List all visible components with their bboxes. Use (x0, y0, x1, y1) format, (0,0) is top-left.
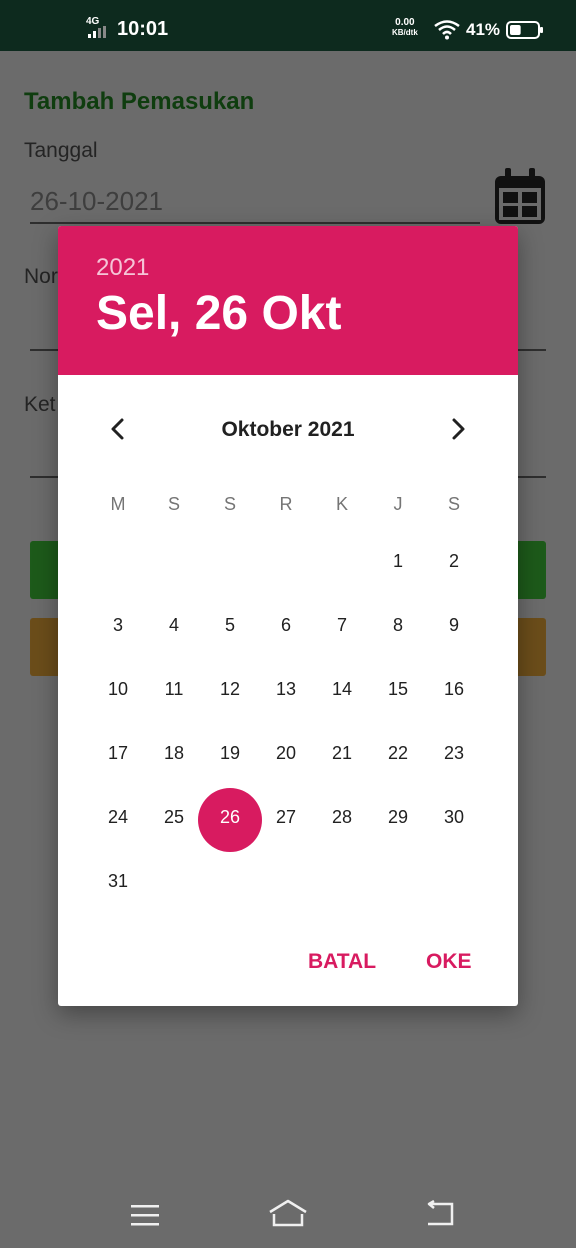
home-icon[interactable] (268, 1198, 308, 1228)
field3-label: Ket (24, 393, 56, 416)
calendar-day[interactable]: 17 (98, 741, 138, 765)
calendar-day[interactable]: 6 (266, 613, 306, 637)
calendar-day[interactable]: 20 (266, 741, 306, 765)
calendar-day[interactable]: 1 (378, 549, 418, 573)
date-picker-header: 2021 Sel, 26 Okt (58, 226, 518, 375)
calendar-day[interactable]: 23 (434, 741, 474, 765)
calendar-day[interactable]: 15 (378, 677, 418, 701)
header-year[interactable]: 2021 (96, 254, 149, 282)
ok-button[interactable]: OKE (426, 950, 472, 974)
speed-unit: KB/dtk (392, 28, 418, 37)
calendar-day[interactable]: 8 (378, 613, 418, 637)
date-label: Tanggal (24, 139, 98, 162)
weekday-label: J (393, 494, 403, 514)
calendar-day[interactable]: 18 (154, 741, 194, 765)
battery-icon (506, 21, 543, 39)
wifi-icon (434, 20, 460, 40)
calendar-day[interactable]: 11 (154, 677, 194, 701)
calendar-day[interactable]: 21 (322, 741, 362, 765)
cancel-button[interactable]: BATAL (308, 950, 376, 974)
calendar-day[interactable]: 19 (210, 741, 250, 765)
calendar-day[interactable]: 30 (434, 805, 474, 829)
speed-value: 0.00 (395, 17, 415, 28)
weekday-label: K (335, 494, 348, 514)
calendar-day[interactable]: 29 (378, 805, 418, 829)
status-bar: 4G 10:01 0.00 KB/dtk 41% (0, 0, 576, 51)
calendar-day[interactable]: 4 (154, 613, 194, 637)
calendar-day[interactable]: 7 (322, 613, 362, 637)
menu-icon[interactable] (130, 1203, 160, 1227)
calendar-day[interactable]: 12 (210, 677, 250, 701)
calendar-day[interactable]: 22 (378, 741, 418, 765)
weekday-label: M (110, 494, 126, 514)
calendar-day[interactable]: 27 (266, 805, 306, 829)
page-title: Tambah Pemasukan (24, 88, 255, 115)
header-selected-date[interactable]: Sel, 26 Okt (96, 286, 341, 341)
clock: 10:01 (117, 18, 169, 40)
weekday-label: R (279, 494, 293, 514)
calendar-day[interactable]: 28 (322, 805, 362, 829)
calendar-day[interactable]: 5 (210, 613, 250, 637)
battery-percent: 41% (466, 20, 501, 39)
date-field[interactable]: 26-10-2021 (30, 186, 163, 217)
back-icon[interactable] (424, 1200, 456, 1228)
chevron-right-icon[interactable] (446, 416, 470, 442)
calendar-day[interactable]: 16 (434, 677, 474, 701)
calendar-day[interactable]: 24 (98, 805, 138, 829)
calendar-day[interactable]: 2 (434, 549, 474, 573)
weekday-label: S (223, 494, 236, 514)
calendar-day[interactable]: 9 (434, 613, 474, 637)
date-picker-dialog: 2021 Sel, 26 Okt Oktober 2021 MSSRKJS 12… (58, 226, 518, 1006)
calendar-icon[interactable] (493, 166, 547, 226)
signal-icon (88, 26, 106, 38)
calendar-day[interactable]: 13 (266, 677, 306, 701)
calendar-day[interactable]: 3 (98, 613, 138, 637)
calendar-day-selected[interactable]: 26 (210, 805, 250, 829)
weekday-label: S (167, 494, 180, 514)
calendar-day[interactable]: 31 (98, 869, 138, 893)
date-field-underline (30, 222, 480, 224)
field2-label: Nor (24, 265, 58, 288)
network-speed: 0.00 KB/dtk (392, 18, 418, 38)
calendar-day[interactable]: 14 (322, 677, 362, 701)
calendar-day[interactable]: 10 (98, 677, 138, 701)
calendar-day[interactable]: 25 (154, 805, 194, 829)
weekday-label: S (447, 494, 460, 514)
